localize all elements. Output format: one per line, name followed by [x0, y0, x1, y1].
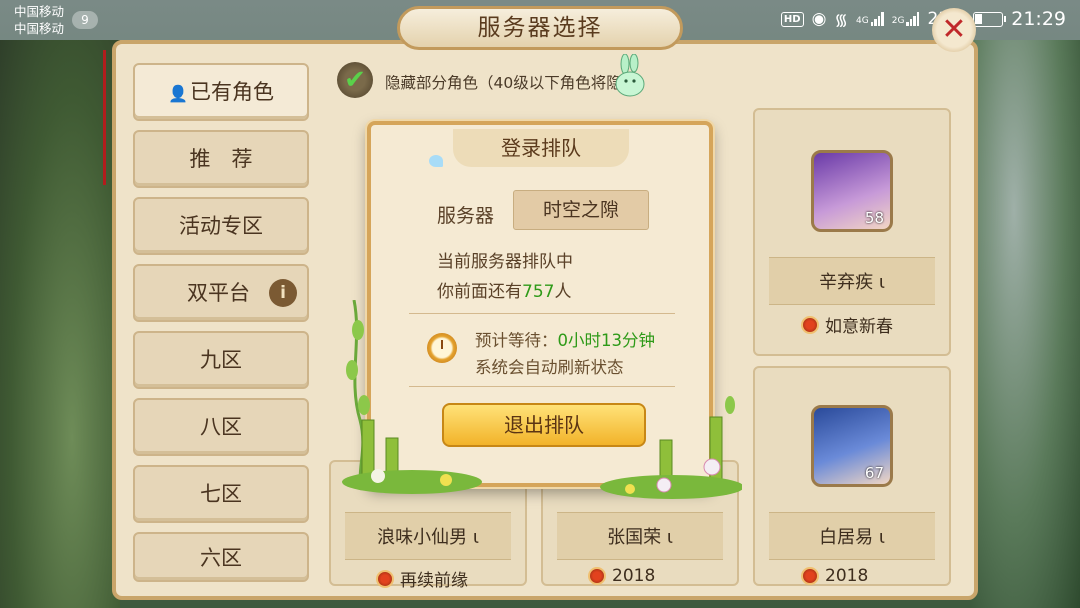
sidebar-item-existing-roles[interactable]: 👤已有角色 — [133, 63, 309, 121]
queue-count: 757 — [522, 282, 555, 302]
queue-prefix: 你前面还有 — [437, 282, 522, 302]
avatar-level: 67 — [864, 464, 884, 482]
signal-4g-icon: 4G — [856, 12, 884, 26]
auto-refresh-text: 系统会自动刷新状态 — [475, 358, 624, 377]
avatar-level: 58 — [864, 209, 884, 227]
status-dot-icon — [801, 315, 819, 334]
sidebar-item-label: 双平台 — [187, 281, 250, 305]
butterfly-icon — [429, 155, 443, 167]
queue-status-text: 当前服务器排队中 — [437, 252, 573, 272]
wifi-icon: ᯾ — [834, 10, 849, 29]
card-mark: ι — [878, 527, 885, 548]
dialog-title: 登录排队 — [453, 129, 629, 167]
avatar: 67 — [811, 405, 893, 487]
card-role-name-text: 张国荣 — [607, 527, 662, 548]
card-server-name: 再续前缘 — [400, 571, 468, 591]
eye-icon: ◉ — [811, 9, 827, 29]
rabbit-mascot-icon — [612, 53, 648, 98]
server-label: 服务器 — [437, 205, 495, 227]
sidebar-item-zone-7[interactable]: 七区 — [133, 465, 309, 523]
close-button[interactable]: ✕ — [932, 8, 976, 52]
card-mark: ι — [878, 272, 885, 293]
sidebar-item-label: 活动专区 — [179, 214, 263, 238]
clock-time: 21:29 — [1011, 8, 1066, 30]
bamboo-decoration-left — [342, 299, 492, 495]
page-title: 服务器选择 — [397, 6, 683, 50]
sidebar-item-recommended[interactable]: 推 荐 — [133, 130, 309, 188]
sidebar-item-zone-8[interactable]: 八区 — [133, 398, 309, 456]
carrier-info: 中国移动 中国移动 — [14, 3, 64, 37]
hide-roles-checkbox[interactable]: ✔ — [337, 62, 373, 98]
info-icon[interactable]: i — [269, 279, 297, 307]
status-dot-icon — [801, 567, 819, 585]
estimated-wait: 预计等待：0小时13分钟 — [475, 327, 655, 351]
net-label-2g: 2G — [891, 16, 905, 26]
status-icons: HD ◉ ᯾ 4G 2G 23% 21:29 — [780, 8, 1066, 30]
background-scenery-right — [970, 40, 1080, 608]
card-server-name: 2018 — [612, 566, 656, 586]
sidebar-item-label: 推 荐 — [189, 147, 253, 171]
sidebar-item-label: 七区 — [200, 482, 242, 506]
sidebar-item-events[interactable]: 活动专区 — [133, 197, 309, 255]
person-icon: 👤 — [168, 84, 188, 103]
bamboo-decoration-right — [600, 395, 744, 500]
card-role-name: 辛弃疾 ι — [753, 268, 951, 294]
status-dot-icon — [376, 569, 394, 588]
queue-suffix: 人 — [554, 282, 572, 302]
battery-icon — [973, 11, 1007, 27]
card-server-name: 如意新春 — [825, 317, 893, 337]
status-dot-icon — [588, 567, 606, 585]
sidebar-item-zone-9[interactable]: 九区 — [133, 331, 309, 389]
red-tassel-decoration — [100, 50, 110, 185]
card-mark: ι — [666, 527, 673, 548]
notification-count-badge: 9 — [72, 11, 98, 29]
card-role-name-text: 辛弃疾 — [819, 272, 874, 293]
avatar: 58 — [811, 150, 893, 232]
card-server-status: 2018 — [588, 566, 655, 586]
card-server-status: 2018 — [801, 566, 868, 586]
sidebar-item-label: 六区 — [200, 546, 242, 570]
hd-icon: HD — [780, 11, 804, 27]
queue-position-text: 你前面还有757人 — [437, 277, 571, 302]
card-server-name: 2018 — [825, 566, 869, 586]
card-role-name: 白居易 ι — [753, 523, 951, 549]
signal-2g-icon: 2G — [892, 12, 920, 26]
sidebar-item-label: 九区 — [200, 348, 242, 372]
sidebar-item-dual-platform[interactable]: 双平台 i — [133, 264, 309, 322]
carrier-2: 中国移动 — [14, 21, 65, 36]
card-role-name: 浪味小仙男 ι — [329, 523, 527, 549]
sidebar-item-label: 已有角色 — [189, 80, 274, 104]
card-role-name-text: 浪味小仙男 — [377, 527, 468, 548]
wait-value: 0小时13分钟 — [557, 331, 656, 350]
card-role-name-text: 白居易 — [819, 527, 874, 548]
carrier-1: 中国移动 — [14, 4, 65, 19]
card-server-status: 再续前缘 — [376, 566, 468, 591]
card-mark: ι — [472, 527, 479, 548]
sidebar-item-zone-6[interactable]: 六区 — [133, 532, 309, 582]
sidebar-item-label: 八区 — [200, 415, 242, 439]
net-label-4g: 4G — [856, 16, 869, 26]
card-server-status: 如意新春 — [801, 312, 893, 337]
server-name-value: 时空之隙 — [513, 190, 649, 230]
card-role-name: 张国荣 ι — [541, 523, 739, 549]
